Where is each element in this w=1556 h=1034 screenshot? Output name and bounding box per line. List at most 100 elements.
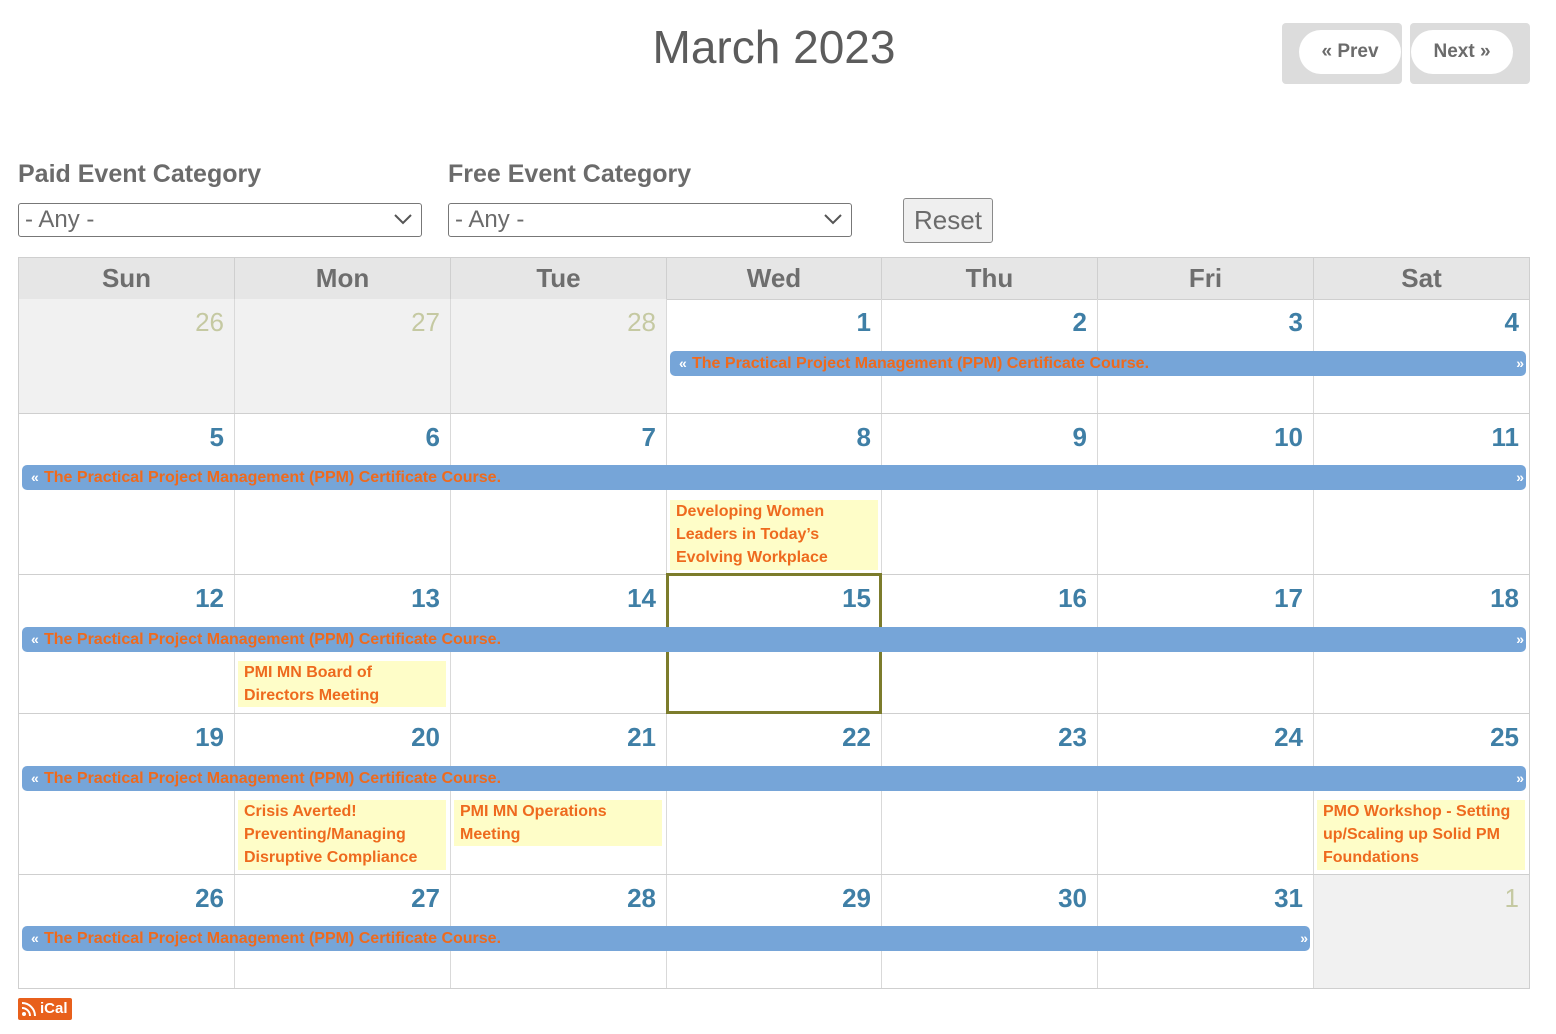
continued-right-icon: » — [1516, 631, 1524, 647]
day-number: 2 — [1072, 307, 1087, 337]
weekday-sun: Sun — [19, 258, 235, 299]
event-title: The Practical Project Management (PPM) C… — [44, 631, 502, 648]
calendar-grid: Sun Mon Tue Wed Thu Fri Sat 26 27 28 1 2… — [18, 257, 1530, 989]
day-number: 5 — [209, 422, 224, 452]
day-number: 6 — [425, 422, 440, 452]
day-number: 22 — [842, 722, 871, 752]
day-cell-feb-28[interactable]: 28 — [451, 299, 667, 413]
calendar-week-2: 5 6 7 8 9 10 11 « The Practical Project … — [19, 414, 1529, 575]
day-cell-feb-26[interactable]: 26 — [19, 299, 235, 413]
ical-label: iCal — [40, 1000, 68, 1017]
day-cell-feb-27[interactable]: 27 — [235, 299, 451, 413]
day-number: 18 — [1490, 583, 1519, 613]
day-number: 1 — [1504, 883, 1519, 913]
multi-day-event-bar[interactable]: « The Practical Project Management (PPM)… — [22, 627, 1526, 652]
event-operations-meeting[interactable]: PMI MN Operations Meeting — [454, 800, 662, 846]
day-cell-mar-10[interactable]: 10 — [1098, 414, 1314, 574]
multi-day-event-bar[interactable]: « The Practical Project Management (PPM)… — [670, 351, 1526, 376]
event-crisis-averted[interactable]: Crisis Averted! Preventing/Managing Disr… — [238, 800, 446, 870]
day-number: 26 — [195, 307, 224, 337]
event-title: The Practical Project Management (PPM) C… — [44, 930, 502, 947]
day-number: 9 — [1072, 422, 1087, 452]
event-developing-women-leaders[interactable]: Developing Women Leaders in Today’s Evol… — [670, 500, 878, 570]
day-cell-mar-22[interactable]: 22 — [667, 714, 882, 874]
day-number: 10 — [1274, 422, 1303, 452]
multi-day-event-bar[interactable]: « The Practical Project Management (PPM)… — [22, 926, 1310, 951]
day-number: 14 — [627, 583, 656, 613]
weekday-mon: Mon — [235, 258, 451, 299]
multi-day-event-bar[interactable]: « The Practical Project Management (PPM)… — [22, 766, 1526, 791]
free-category-value: - Any - — [455, 206, 525, 233]
day-number: 27 — [411, 883, 440, 913]
day-number: 23 — [1058, 722, 1087, 752]
day-number: 13 — [411, 583, 440, 613]
event-title: The Practical Project Management (PPM) C… — [692, 355, 1150, 372]
day-cell-mar-5[interactable]: 5 — [19, 414, 235, 574]
day-cell-mar-19[interactable]: 19 — [19, 714, 235, 874]
continued-left-icon: « — [31, 770, 39, 786]
day-number: 3 — [1288, 307, 1303, 337]
weekday-tue: Tue — [451, 258, 667, 299]
continued-right-icon: » — [1516, 469, 1524, 485]
continued-right-icon: » — [1516, 355, 1524, 371]
day-cell-mar-21[interactable]: 21 — [451, 714, 667, 874]
continued-left-icon: « — [31, 930, 39, 946]
day-number: 31 — [1274, 883, 1303, 913]
ical-feed-button[interactable]: iCal — [18, 998, 72, 1020]
day-cell-mar-9[interactable]: 9 — [882, 414, 1098, 574]
day-number: 20 — [411, 722, 440, 752]
day-number: 29 — [842, 883, 871, 913]
calendar-week-5: 26 27 28 29 30 31 1 « The Practical Proj… — [19, 875, 1529, 988]
day-number: 30 — [1058, 883, 1087, 913]
day-number: 24 — [1274, 722, 1303, 752]
day-number: 4 — [1504, 307, 1519, 337]
day-cell-mar-7[interactable]: 7 — [451, 414, 667, 574]
free-category-label: Free Event Category — [448, 160, 692, 188]
multi-day-event-bar[interactable]: « The Practical Project Management (PPM)… — [22, 465, 1526, 490]
weekday-wed: Wed — [667, 258, 882, 299]
event-board-of-directors-meeting[interactable]: PMI MN Board of Directors Meeting — [238, 661, 446, 707]
day-number: 12 — [195, 583, 224, 613]
prev-month-button[interactable]: « Prev — [1299, 30, 1401, 74]
continued-left-icon: « — [31, 631, 39, 647]
continued-left-icon: « — [679, 355, 687, 371]
free-category-select[interactable]: - Any - — [448, 203, 852, 237]
day-number: 7 — [641, 422, 656, 452]
chevron-down-icon — [394, 214, 412, 225]
day-number: 28 — [627, 307, 656, 337]
day-cell-mar-6[interactable]: 6 — [235, 414, 451, 574]
calendar-week-1: 26 27 28 1 2 3 4 « The Practical Project… — [19, 299, 1529, 414]
day-number: 25 — [1490, 722, 1519, 752]
day-number: 26 — [195, 883, 224, 913]
paid-category-label: Paid Event Category — [18, 160, 262, 188]
day-cell-apr-1[interactable]: 1 — [1314, 875, 1529, 988]
paid-category-select[interactable]: - Any - — [18, 203, 422, 237]
day-number: 19 — [195, 722, 224, 752]
day-number: 17 — [1274, 583, 1303, 613]
day-number: 11 — [1491, 422, 1520, 452]
continued-right-icon: » — [1300, 930, 1308, 946]
calendar-week-3: 12 13 14 15 16 17 18 « The Practical Pro… — [19, 573, 1529, 714]
rss-feed-icon — [21, 1002, 36, 1017]
continued-right-icon: » — [1516, 770, 1524, 786]
weekday-header: Sun Mon Tue Wed Thu Fri Sat — [19, 258, 1529, 300]
day-cell-mar-23[interactable]: 23 — [882, 714, 1098, 874]
reset-button[interactable]: Reset — [903, 198, 993, 243]
paid-category-value: - Any - — [25, 206, 95, 233]
chevron-down-icon — [824, 214, 842, 225]
day-number: 16 — [1058, 583, 1087, 613]
day-number: 21 — [627, 722, 656, 752]
continued-left-icon: « — [31, 469, 39, 485]
event-title: The Practical Project Management (PPM) C… — [44, 469, 502, 486]
event-title: The Practical Project Management (PPM) C… — [44, 770, 502, 787]
day-number: 8 — [856, 422, 871, 452]
event-pmo-workshop[interactable]: PMO Workshop - Setting up/Scaling up Sol… — [1317, 800, 1525, 870]
calendar-week-4: 19 20 21 22 23 24 25 « The Practical Pro… — [19, 714, 1529, 875]
day-cell-mar-24[interactable]: 24 — [1098, 714, 1314, 874]
weekday-fri: Fri — [1098, 258, 1314, 299]
next-month-button[interactable]: Next » — [1411, 30, 1513, 74]
weekday-thu: Thu — [882, 258, 1098, 299]
day-cell-mar-11[interactable]: 11 — [1314, 414, 1529, 574]
weekday-sat: Sat — [1401, 263, 1442, 293]
day-number: 27 — [411, 307, 440, 337]
